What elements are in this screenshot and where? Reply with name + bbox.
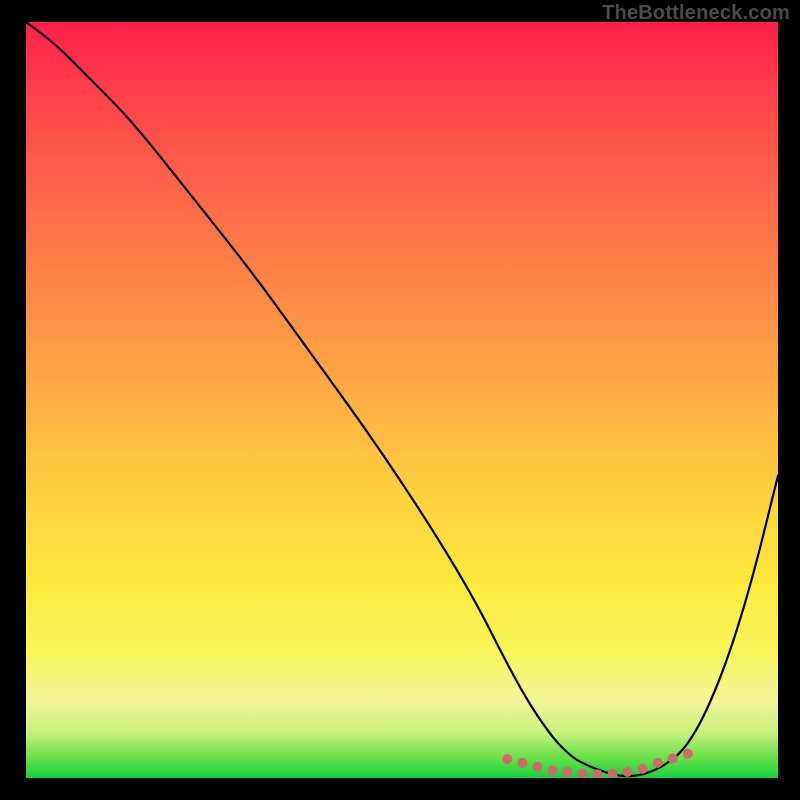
marker-dot [562,767,572,777]
marker-dot [653,758,663,768]
marker-dot [683,749,693,759]
marker-dot [638,764,648,774]
marker-dot [532,762,542,772]
marker-dot [608,769,618,779]
chart-container: TheBottleneck.com [0,0,800,800]
marker-dot [517,758,527,768]
chart-svg [26,22,778,778]
marker-dot [547,765,557,775]
plot-area [26,22,778,778]
marker-dot [578,769,588,779]
bottleneck-curve-line [26,22,778,776]
marker-dot [623,767,633,777]
optimal-range-markers [502,749,693,778]
marker-dot [502,754,512,764]
marker-dot [668,753,678,763]
